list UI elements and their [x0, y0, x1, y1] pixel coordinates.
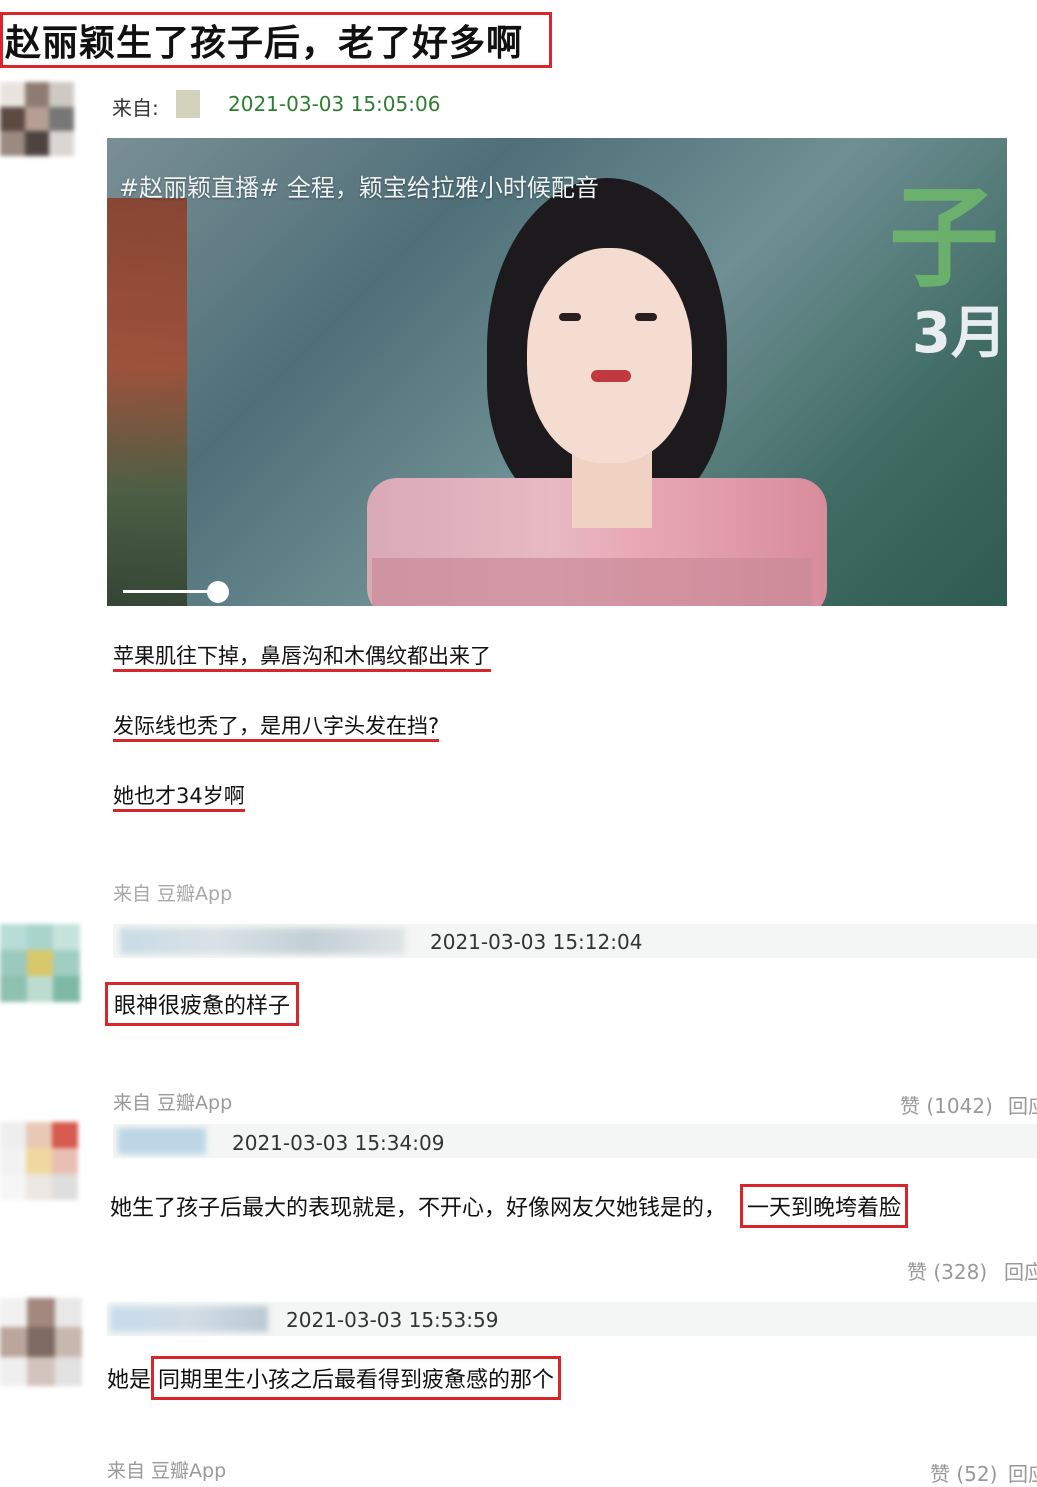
post-title: 赵丽颖生了孩子后，老了好多啊: [5, 23, 524, 64]
post-line-3-text: 她也才34岁啊: [113, 784, 245, 812]
video-caption: #赵丽颖直播# 全程，颖宝给拉雅小时候配音: [119, 174, 599, 202]
video-bg-figure: [107, 198, 187, 606]
post-timestamp: 2021-03-03 15:05:06: [228, 92, 441, 116]
video-player[interactable]: 子 3月 #赵丽颖直播# 全程，颖宝给拉雅小时候配音: [107, 138, 1007, 606]
video-bg-character: 子: [889, 174, 999, 302]
post-source: 来自 豆瓣App: [113, 883, 233, 905]
comment-2-like-button[interactable]: 赞 (328): [907, 1256, 987, 1285]
post-line-3: 她也才34岁啊: [113, 780, 245, 812]
comment-3-like-button[interactable]: 赞 (52): [930, 1458, 997, 1487]
comment-1-timestamp: 2021-03-03 15:12:04: [430, 930, 643, 954]
comment-1-text-box: 眼神很疲惫的样子: [105, 982, 300, 1026]
person-face: [527, 248, 692, 463]
comment-3-highlight-box: 同期里生小孩之后最看得到疲惫感的那个: [151, 1356, 562, 1400]
comment-3-highlight-text: 同期里生小孩之后最看得到疲惫感的那个: [158, 1368, 555, 1393]
comment-3-username[interactable]: [110, 1306, 268, 1332]
comment-3-text-row: 她是 同期里生小孩之后最看得到疲惫感的那个: [107, 1356, 562, 1400]
comment-2-timestamp: 2021-03-03 15:34:09: [232, 1131, 445, 1155]
author-avatar[interactable]: [0, 82, 74, 156]
video-progress-handle[interactable]: [207, 581, 229, 603]
comment-2-text: 她生了孩子后最大的表现就是，不开心，好像网友欠她钱是的，: [110, 1196, 727, 1221]
comment-3-reply-button[interactable]: 回应: [1008, 1458, 1037, 1487]
post-line-1-text: 苹果肌往下掉，鼻唇沟和木偶纹都出来了: [113, 644, 491, 672]
comment-1-text: 眼神很疲惫的样子: [114, 994, 291, 1019]
from-label: 来自:: [112, 96, 159, 120]
comment-3-avatar[interactable]: [0, 1298, 82, 1386]
person-eye-right: [635, 313, 657, 321]
comment-3-text: 她是: [107, 1368, 152, 1393]
comment-2-text-row: 她生了孩子后最大的表现就是，不开心，好像网友欠她钱是的， 一天到晚垮着脸: [110, 1184, 909, 1228]
person-lips: [591, 370, 631, 382]
comment-1-reply-button[interactable]: 回应: [1008, 1090, 1037, 1119]
person-eye-left: [559, 313, 581, 321]
video-progress-bar[interactable]: [123, 590, 218, 593]
comment-1-like-button[interactable]: 赞 (1042): [900, 1090, 993, 1119]
comment-2-highlight-box: 一天到晚垮着脸: [740, 1184, 909, 1228]
post-line-1: 苹果肌往下掉，鼻唇沟和木偶纹都出来了: [113, 640, 491, 672]
video-bg-date-text: 3月: [912, 301, 1007, 366]
post-title-box: 赵丽颖生了孩子后，老了好多啊: [0, 12, 552, 68]
person-dress-lower: [372, 558, 812, 606]
comment-2-highlight-text: 一天到晚垮着脸: [747, 1196, 902, 1221]
post-line-2-text: 发际线也秃了，是用八字头发在挡?: [113, 714, 440, 742]
comment-2-avatar[interactable]: [0, 1122, 78, 1200]
comment-3-source: 来自 豆瓣App: [107, 1460, 227, 1482]
comment-3-timestamp: 2021-03-03 15:53:59: [286, 1308, 499, 1332]
post-line-2: 发际线也秃了，是用八字头发在挡?: [113, 710, 440, 742]
source-group-thumbnail[interactable]: [176, 90, 200, 118]
comment-2-reply-button[interactable]: 回应: [1004, 1256, 1037, 1285]
comment-2-username[interactable]: [118, 1128, 206, 1154]
comment-1-source: 来自 豆瓣App: [113, 1092, 233, 1114]
comment-1-avatar[interactable]: [0, 924, 80, 1002]
comment-1-username[interactable]: [120, 928, 405, 954]
